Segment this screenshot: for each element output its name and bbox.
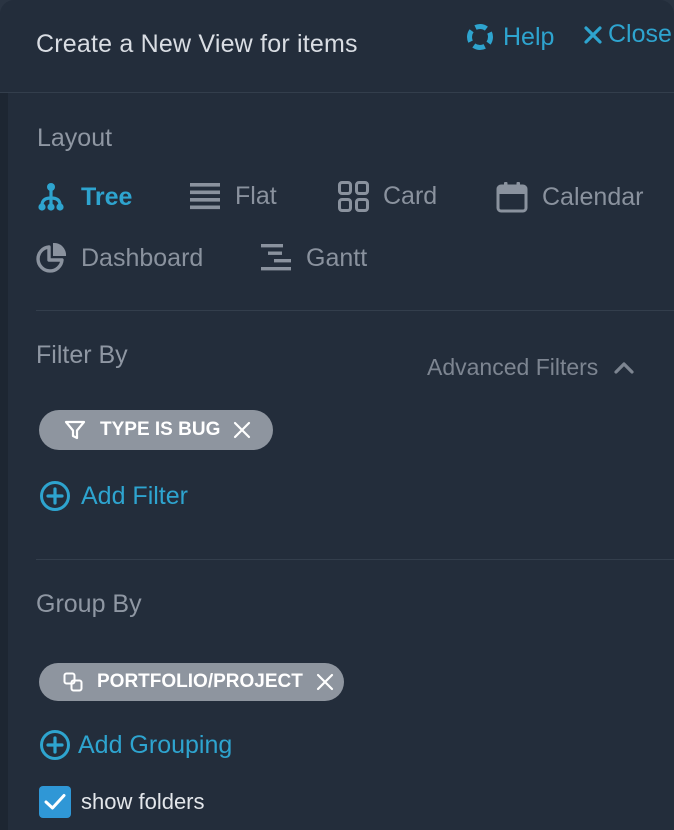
list-icon <box>189 181 221 211</box>
advanced-filters-toggle[interactable]: Advanced Filters <box>427 354 634 381</box>
panel-left-edge <box>0 92 8 830</box>
layout-option-gantt[interactable]: Gantt <box>260 242 367 274</box>
close-label: Close <box>608 20 672 48</box>
chevron-up-icon <box>614 361 634 375</box>
show-folders-option: show folders <box>39 786 205 818</box>
add-grouping-button[interactable]: Add Grouping <box>39 729 232 761</box>
layout-option-label: Dashboard <box>81 243 204 272</box>
layout-option-card[interactable]: Card <box>338 181 437 212</box>
show-folders-checkbox[interactable] <box>39 786 71 818</box>
gantt-icon <box>260 242 292 274</box>
remove-grouping-icon[interactable] <box>316 673 334 691</box>
layout-option-dashboard[interactable]: Dashboard <box>35 242 203 274</box>
add-filter-button[interactable]: Add Filter <box>39 480 188 512</box>
create-view-panel: Create a New View for items Help Close L… <box>0 0 674 830</box>
layout-section-label: Layout <box>37 124 113 152</box>
layout-option-label: Gantt <box>306 243 368 272</box>
filter-chip-label: TYPE IS BUG <box>100 419 221 440</box>
remove-filter-icon[interactable] <box>233 421 251 439</box>
layout-option-label: Card <box>383 182 438 210</box>
layout-divider <box>36 310 674 311</box>
layout-option-tree[interactable]: Tree <box>35 181 132 213</box>
layout-option-calendar[interactable]: Calendar <box>496 181 643 213</box>
close-button[interactable]: Close <box>584 20 672 49</box>
checkmark-icon <box>44 793 66 811</box>
show-folders-label: show folders <box>81 789 205 814</box>
layout-option-label: Calendar <box>542 182 644 211</box>
group-chip: PORTFOLIO/PROJECT <box>39 663 344 701</box>
filter-chip: TYPE IS BUG <box>39 410 273 450</box>
add-filter-label: Add Filter <box>81 481 188 510</box>
layout-option-label: Flat <box>235 181 277 210</box>
filter-divider <box>36 559 674 560</box>
funnel-icon <box>64 419 86 441</box>
panel-title: Create a New View for items <box>36 30 358 58</box>
group-section-label: Group By <box>36 590 142 618</box>
help-label: Help <box>503 22 555 51</box>
tree-icon <box>35 181 67 213</box>
plus-circle-icon <box>39 729 71 761</box>
group-icon <box>63 672 83 692</box>
layout-option-flat[interactable]: Flat <box>189 181 277 211</box>
calendar-icon <box>496 181 528 213</box>
filter-section-label: Filter By <box>36 341 128 369</box>
grid-icon <box>338 181 369 212</box>
advanced-filters-label: Advanced Filters <box>427 354 599 380</box>
layout-option-label: Tree <box>81 182 133 211</box>
group-chip-label: PORTFOLIO/PROJECT <box>97 671 303 692</box>
add-grouping-label: Add Grouping <box>78 730 233 759</box>
plus-circle-icon <box>39 480 71 512</box>
help-link[interactable]: Help <box>465 22 554 52</box>
lifebuoy-icon <box>465 22 495 52</box>
close-icon <box>584 25 602 44</box>
pie-chart-icon <box>35 242 67 274</box>
panel-header: Create a New View for items Help Close <box>0 0 674 93</box>
